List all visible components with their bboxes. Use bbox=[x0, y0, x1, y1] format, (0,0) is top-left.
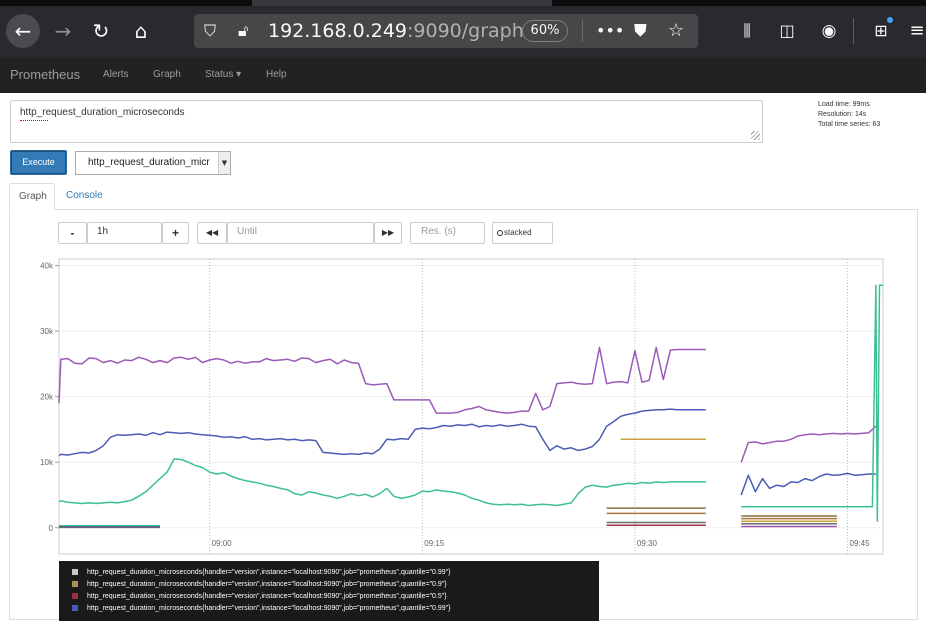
back-arrow-icon[interactable]: ← bbox=[6, 14, 40, 48]
expression-input[interactable]: http_request_duration_microseconds bbox=[10, 100, 763, 143]
tab-bar: Graph Console bbox=[9, 183, 918, 210]
time-back-button[interactable]: ◀◀ bbox=[197, 222, 227, 244]
tab-console[interactable]: Console bbox=[57, 183, 112, 210]
library-icon[interactable]: ⫼ bbox=[730, 14, 764, 48]
pocket-icon[interactable]: ⛊ bbox=[634, 14, 647, 48]
nav-help[interactable]: Help bbox=[266, 58, 287, 91]
load-time: Load time: 99ms bbox=[818, 101, 870, 108]
x-tick-label: 09:00 bbox=[212, 539, 233, 548]
reload-icon[interactable]: ↻ bbox=[84, 14, 118, 48]
legend-swatch bbox=[72, 593, 78, 599]
url-bar[interactable]: ⛉ 🔓︎ 192.168.0.249:9090/graph?g 60% ••• … bbox=[194, 14, 698, 48]
time-forward-button[interactable]: ▶▶ bbox=[374, 222, 402, 244]
range-input[interactable]: 1h bbox=[87, 222, 162, 244]
legend-label: http_request_duration_microseconds{handl… bbox=[87, 593, 447, 600]
resolution: Resolution: 14s bbox=[818, 111, 867, 118]
sidebar-icon[interactable]: ◫ bbox=[770, 14, 804, 48]
y-tick-label: 40k bbox=[40, 262, 54, 271]
resolution-placeholder: Res. (s) bbox=[421, 226, 456, 237]
url-text[interactable]: 192.168.0.249:9090/graph?g bbox=[268, 14, 528, 48]
tracking-shield-icon[interactable]: ⛉ bbox=[204, 14, 216, 48]
x-tick-label: 09:45 bbox=[850, 539, 871, 548]
range-value: 1h bbox=[97, 226, 109, 237]
nav-alerts[interactable]: Alerts bbox=[103, 58, 129, 91]
legend-swatch bbox=[72, 581, 78, 587]
y-tick-label: 20k bbox=[40, 393, 54, 402]
x-tick-label: 09:15 bbox=[424, 539, 445, 548]
range-increase-button[interactable]: + bbox=[162, 222, 189, 244]
plot-area bbox=[58, 258, 884, 555]
legend-swatch bbox=[72, 605, 78, 611]
more-actions-icon[interactable]: ••• bbox=[596, 14, 624, 48]
metric-select[interactable]: http_request_duration_micr ▼ bbox=[75, 151, 231, 175]
urlbar-divider bbox=[582, 20, 583, 42]
brand-link[interactable]: Prometheus bbox=[10, 58, 80, 91]
insecure-lock-icon[interactable]: 🔓︎ bbox=[238, 14, 248, 48]
bookmark-star-icon[interactable]: ☆ bbox=[668, 14, 684, 48]
resize-grip-icon[interactable] bbox=[751, 131, 760, 140]
y-tick-label: 0 bbox=[49, 524, 54, 533]
radio-circle-icon bbox=[497, 230, 503, 236]
until-input[interactable]: Until bbox=[227, 222, 374, 244]
zoom-indicator[interactable]: 60% bbox=[522, 20, 568, 42]
expression-text: http_request_duration_microseconds bbox=[20, 107, 185, 118]
legend-swatch bbox=[72, 569, 78, 575]
metric-select-value: http_request_duration_micr bbox=[88, 157, 210, 168]
graph-legend: http_request_duration_microseconds{handl… bbox=[59, 561, 599, 621]
home-icon[interactable]: ⌂ bbox=[124, 14, 158, 48]
total-series: Total time series: 63 bbox=[818, 121, 881, 128]
range-decrease-button[interactable]: - bbox=[58, 222, 87, 244]
account-icon[interactable]: ◉ bbox=[812, 14, 846, 48]
chevron-down-icon[interactable]: ▼ bbox=[218, 152, 230, 174]
y-tick-label: 30k bbox=[40, 327, 54, 336]
graph-chart[interactable]: 0 10k 20k 30k 40k 09:00 09:15 09:30 09:45 bbox=[24, 255, 914, 560]
forward-arrow-icon[interactable]: → bbox=[46, 14, 80, 48]
spellcheck-underline bbox=[20, 118, 48, 121]
prometheus-navbar: Prometheus Alerts Graph Status ▾ Help bbox=[0, 58, 926, 93]
stacked-label: stacked bbox=[504, 228, 532, 237]
browser-toolbar: ← → ↻ ⌂ ⛉ 🔓︎ 192.168.0.249:9090/graph?g … bbox=[0, 0, 926, 58]
until-placeholder: Until bbox=[237, 226, 258, 237]
tab-graph[interactable]: Graph bbox=[9, 183, 55, 210]
url-host: 192.168.0.249 bbox=[268, 20, 408, 42]
y-tick-label: 10k bbox=[40, 458, 54, 467]
stacked-toggle[interactable]: stacked bbox=[492, 222, 553, 244]
notification-dot bbox=[887, 17, 893, 23]
legend-label: http_request_duration_microseconds{handl… bbox=[87, 605, 451, 612]
execute-button[interactable]: Execute bbox=[10, 150, 67, 175]
legend-label: http_request_duration_microseconds{handl… bbox=[87, 581, 447, 588]
nav-graph[interactable]: Graph bbox=[153, 58, 181, 91]
x-tick-label: 09:30 bbox=[637, 539, 658, 548]
resolution-input[interactable]: Res. (s) bbox=[410, 222, 485, 244]
hamburger-menu-icon[interactable]: ≡ bbox=[900, 14, 926, 48]
nav-status[interactable]: Status ▾ bbox=[205, 58, 241, 91]
active-tab[interactable] bbox=[252, 0, 552, 6]
query-stats: Load time: 99ms Resolution: 14s Total ti… bbox=[818, 100, 922, 130]
toolbar-divider bbox=[853, 18, 854, 44]
url-path: :9090/graph?g bbox=[407, 20, 528, 42]
legend-label: http_request_duration_microseconds{handl… bbox=[87, 569, 451, 576]
